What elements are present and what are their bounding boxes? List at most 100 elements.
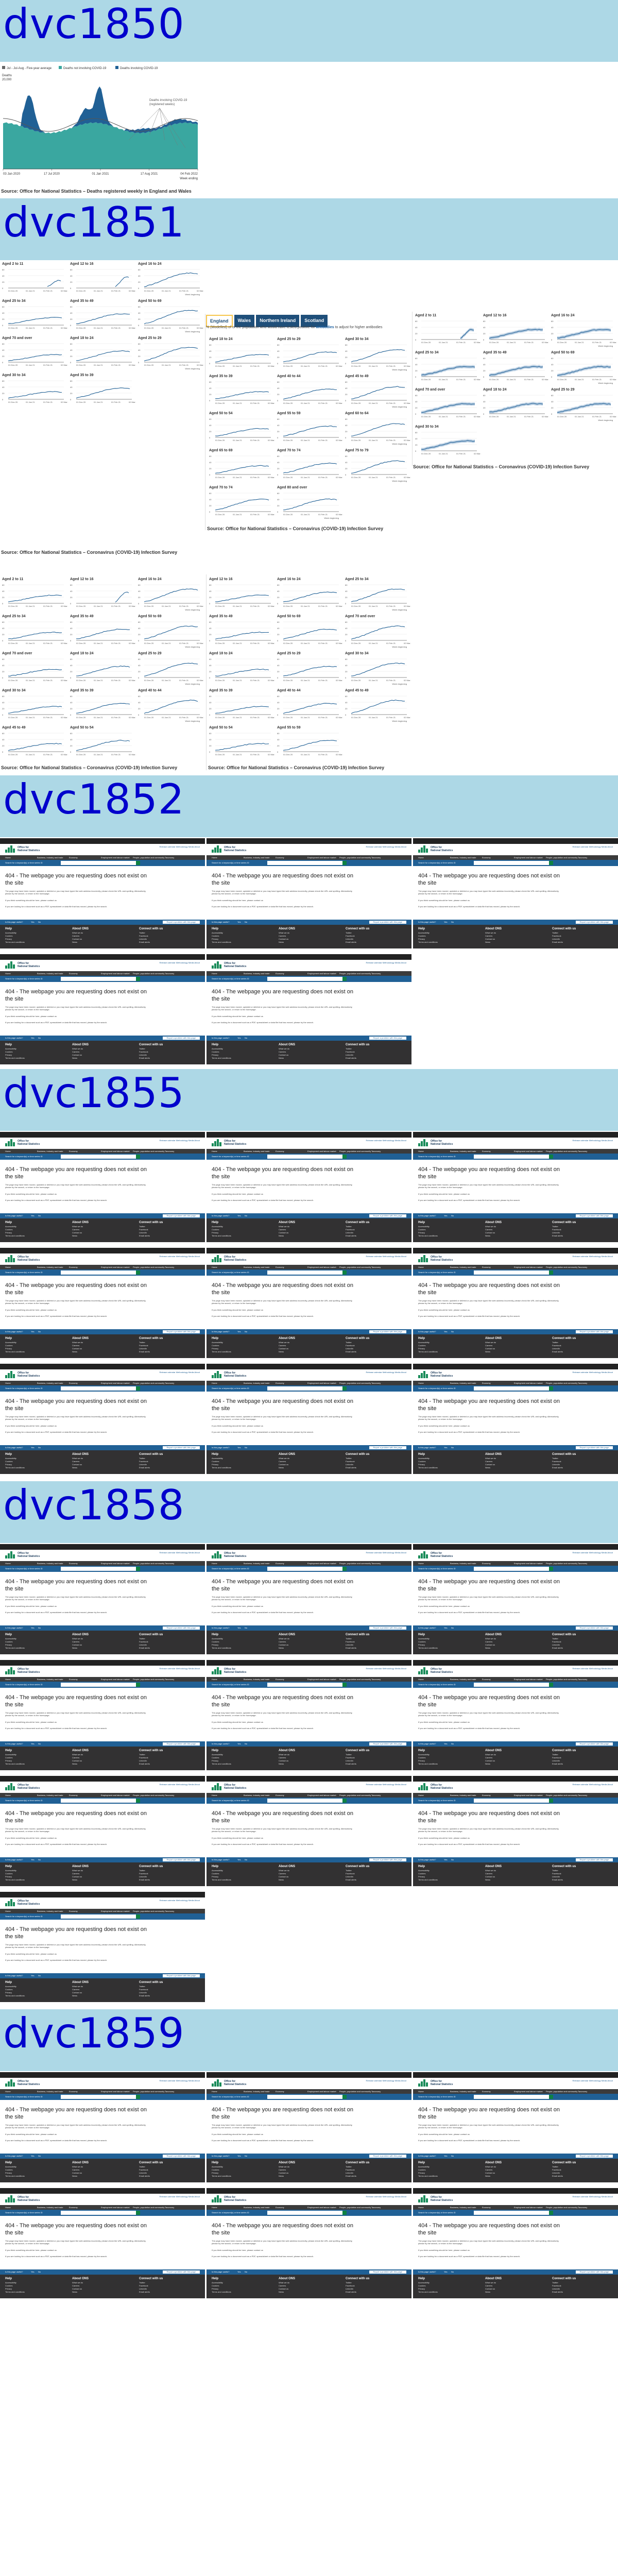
nav-item[interactable]: People, population and community — [546, 2206, 577, 2209]
search-input[interactable] — [267, 1567, 342, 1571]
nav-item[interactable]: Home — [418, 2090, 424, 2093]
search-input[interactable] — [267, 1683, 342, 1687]
footer-link[interactable]: Terms and conditions — [418, 1878, 438, 1882]
nav-item[interactable]: Business, industry and trade — [450, 1678, 476, 1681]
nav-item[interactable]: Taxonomy — [371, 1678, 381, 1681]
nav-item[interactable]: Taxonomy — [165, 1382, 174, 1384]
footer-link[interactable]: Email alerts — [346, 1466, 369, 1469]
nav-item[interactable]: Business, industry and trade — [244, 1794, 269, 1797]
nav-item[interactable]: Taxonomy — [371, 2090, 381, 2093]
nav-item[interactable]: Home — [5, 2090, 11, 2093]
feedback-no-link[interactable]: No — [451, 1330, 454, 1333]
nav-item[interactable]: Home — [418, 2206, 424, 2209]
nav-item[interactable]: Business, industry and trade — [450, 2090, 476, 2093]
footer-link[interactable]: Terms and conditions — [212, 2291, 231, 2294]
masthead-links[interactable]: Release calendar Methodology Media About — [366, 961, 407, 964]
search-input[interactable] — [474, 861, 549, 865]
nav-item[interactable]: Home — [212, 1150, 217, 1153]
nav-item[interactable]: Employment and labour market — [307, 2090, 336, 2093]
masthead-links[interactable]: Release calendar Methodology Media About — [366, 1551, 407, 1554]
feedback-no-link[interactable]: No — [38, 1037, 41, 1039]
search-button[interactable] — [342, 977, 347, 981]
masthead-links[interactable]: Release calendar Methodology Media About — [366, 845, 407, 848]
footer-link[interactable]: Terms and conditions — [5, 1762, 25, 1766]
footer-link[interactable]: Email alerts — [139, 1647, 163, 1650]
ons-logo-icon[interactable] — [212, 1551, 223, 1558]
search-input[interactable] — [61, 1799, 136, 1803]
report-problem-button[interactable]: Report a problem with this page — [369, 921, 406, 924]
nav-item[interactable]: Taxonomy — [578, 1150, 587, 1153]
nav-item[interactable]: Employment and labour market — [514, 1678, 543, 1681]
nav-item[interactable]: Economy — [69, 856, 78, 859]
search-button[interactable] — [342, 861, 347, 865]
nav-item[interactable]: People, population and community — [339, 2090, 371, 2093]
footer-link[interactable]: News — [72, 1234, 89, 1238]
ons-logo-icon[interactable] — [212, 1139, 223, 1146]
footer-link[interactable]: News — [279, 1647, 295, 1650]
nav-item[interactable]: Taxonomy — [165, 856, 174, 859]
masthead-links[interactable]: Release calendar Methodology Media About — [573, 845, 613, 848]
nav-item[interactable]: Employment and labour market — [514, 1382, 543, 1384]
search-input[interactable] — [474, 1567, 549, 1571]
nav-item[interactable]: Business, industry and trade — [37, 1382, 63, 1384]
nav-item[interactable]: Home — [212, 1266, 217, 1268]
search-input[interactable] — [61, 2211, 136, 2215]
footer-link[interactable]: News — [485, 1350, 502, 1353]
feedback-yes-link[interactable]: Yes — [31, 2155, 35, 2157]
footer-link[interactable]: Terms and conditions — [5, 1350, 25, 1353]
footer-link[interactable]: News — [485, 1762, 502, 1766]
feedback-no-link[interactable]: No — [245, 2270, 247, 2273]
footer-link[interactable]: Email alerts — [139, 1466, 163, 1469]
footer-link[interactable]: Email alerts — [552, 1647, 576, 1650]
footer-link[interactable]: Email alerts — [139, 1234, 163, 1238]
masthead-links[interactable]: Release calendar Methodology Media About — [573, 1667, 613, 1670]
nav-item[interactable]: Home — [212, 1678, 217, 1681]
footer-link[interactable]: News — [279, 1466, 295, 1469]
nav-item[interactable]: People, population and community — [133, 2206, 164, 2209]
ons-logo-icon[interactable] — [5, 2195, 16, 2202]
nav-item[interactable]: Taxonomy — [371, 2206, 381, 2209]
nav-item[interactable]: Employment and labour market — [307, 1562, 336, 1565]
report-problem-button[interactable]: Report a problem with this page — [575, 1858, 613, 1861]
ons-logo-icon[interactable] — [212, 2079, 223, 2087]
report-problem-button[interactable]: Report a problem with this page — [162, 1214, 200, 1217]
footer-link[interactable]: Email alerts — [139, 1994, 163, 1997]
search-button[interactable] — [549, 1799, 553, 1803]
footer-link[interactable]: News — [72, 2175, 89, 2178]
footer-link[interactable]: News — [72, 1762, 89, 1766]
footer-link[interactable]: Terms and conditions — [418, 1466, 438, 1469]
search-button[interactable] — [342, 1155, 347, 1159]
search-input[interactable] — [267, 1799, 342, 1803]
footer-link[interactable]: News — [279, 2175, 295, 2178]
search-input[interactable] — [267, 1386, 342, 1391]
footer-link[interactable]: News — [279, 1762, 295, 1766]
feedback-yes-link[interactable]: Yes — [237, 1037, 241, 1039]
nav-item[interactable]: Business, industry and trade — [244, 1266, 269, 1268]
search-button[interactable] — [549, 2095, 553, 2099]
ons-logo-icon[interactable] — [418, 845, 430, 853]
nav-item[interactable]: Employment and labour market — [514, 1794, 543, 1797]
footer-link[interactable]: Terms and conditions — [418, 2175, 438, 2178]
footer-link[interactable]: Terms and conditions — [212, 1878, 231, 1882]
masthead-links[interactable]: Release calendar Methodology Media About — [366, 2079, 407, 2082]
masthead-links[interactable]: Release calendar Methodology Media About — [573, 1255, 613, 1258]
feedback-no-link[interactable]: No — [245, 1446, 247, 1449]
ons-logo-icon[interactable] — [5, 1899, 16, 1906]
search-input[interactable] — [267, 861, 342, 865]
search-input[interactable] — [61, 977, 136, 981]
feedback-no-link[interactable]: No — [245, 1037, 247, 1039]
nav-item[interactable]: People, population and community — [133, 1382, 164, 1384]
feedback-yes-link[interactable]: Yes — [237, 1626, 241, 1629]
footer-link[interactable]: Terms and conditions — [418, 941, 438, 944]
footer-link[interactable]: News — [72, 1994, 89, 1997]
feedback-yes-link[interactable]: Yes — [31, 1330, 35, 1333]
nav-item[interactable]: Business, industry and trade — [450, 856, 476, 859]
footer-link[interactable]: Email alerts — [346, 1350, 369, 1353]
ons-logo-icon[interactable] — [418, 1783, 430, 1790]
report-problem-button[interactable]: Report a problem with this page — [162, 921, 200, 924]
report-problem-button[interactable]: Report a problem with this page — [162, 1330, 200, 1333]
nav-item[interactable]: People, population and community — [546, 856, 577, 859]
search-input[interactable] — [61, 2095, 136, 2099]
search-button[interactable] — [136, 1270, 140, 1275]
feedback-no-link[interactable]: No — [38, 1214, 41, 1217]
